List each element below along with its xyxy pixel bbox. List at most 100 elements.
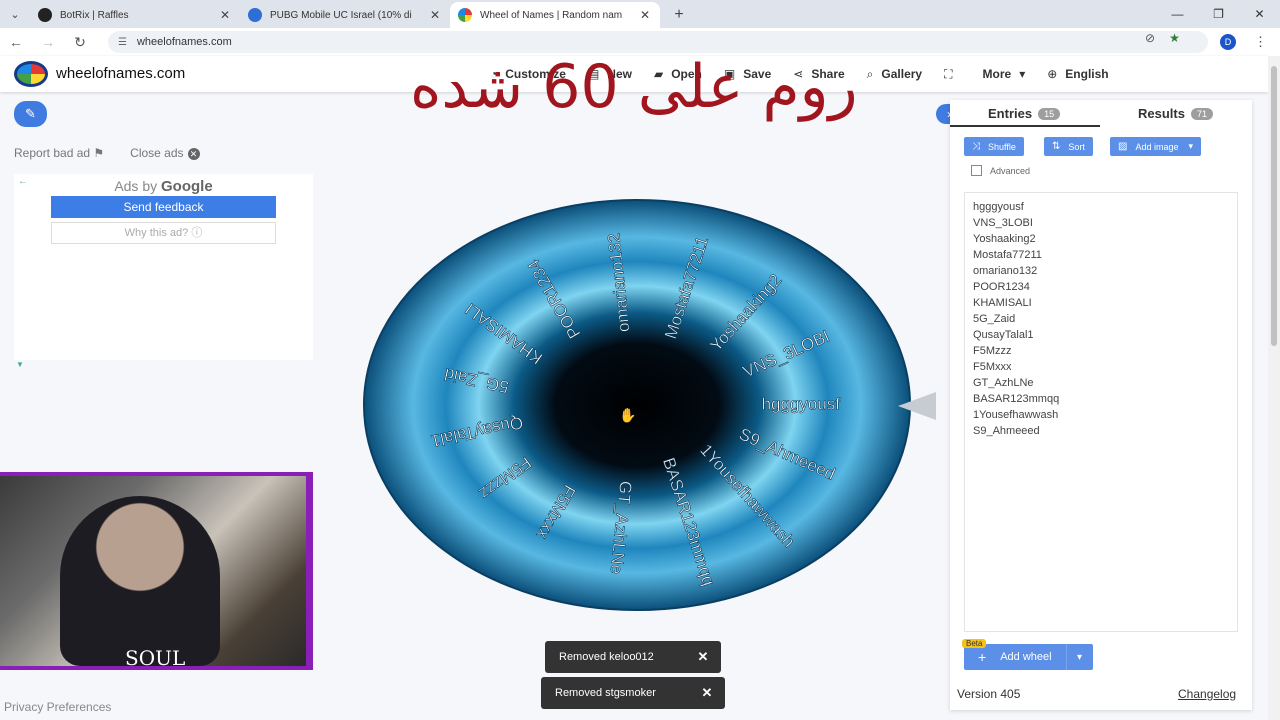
close-tab-icon[interactable]: ✕ <box>218 8 232 22</box>
tab-entries[interactable]: Entries 15 <box>988 106 1061 121</box>
bookmark-star-icon[interactable]: ★ <box>1169 31 1180 45</box>
sort-button[interactable]: ⇅ Sort <box>1044 137 1093 156</box>
chevron-down-icon[interactable]: ▾ <box>1067 652 1093 663</box>
wheel-pointer <box>898 392 936 420</box>
version-text: Version 405 <box>957 687 1021 701</box>
browser-tab-botrix[interactable]: BotRix | Raffles ✕ <box>30 2 240 28</box>
webcam-caption: SOUL <box>125 646 186 670</box>
site-info-icon[interactable]: ☰ <box>118 37 127 48</box>
entries-textarea[interactable]: hgggyousf VNS_3LOBI Yoshaaking2 Mostafa7721… <box>964 192 1238 632</box>
results-tab-label: Results <box>1138 106 1185 121</box>
toast-close-icon[interactable]: ✕ <box>689 685 725 701</box>
tab-title: Wheel of Names | Random nam <box>480 9 623 21</box>
advanced-checkbox[interactable] <box>971 165 982 176</box>
entry-line: QusayTalal1 <box>973 329 1034 341</box>
pubg-favicon-icon <box>248 8 262 22</box>
fullscreen-icon: ⛶ <box>944 66 953 81</box>
globe-icon: ⊕ <box>1047 67 1058 81</box>
nav-language[interactable]: ⊕ English <box>1047 67 1108 81</box>
advanced-toggle[interactable]: Advanced <box>971 165 1030 176</box>
tab-search-icon[interactable]: ⌄ <box>0 0 30 28</box>
shuffle-label: Shuffle <box>988 141 1016 152</box>
minimize-icon[interactable]: — <box>1157 0 1198 28</box>
toast-removed-2: Removed stgsmoker ✕ <box>541 677 725 709</box>
browser-tab-bar: ⌄ BotRix | Raffles ✕ PUBG Mobile UC Isra… <box>0 0 1280 28</box>
toast-removed-1: Removed keloo012 ✕ <box>545 641 721 673</box>
toast-close-icon[interactable]: ✕ <box>685 649 721 665</box>
close-ads-link[interactable]: Close ads ✕ <box>130 146 200 160</box>
flag-icon: ⚑ <box>93 146 105 160</box>
sort-icon: ⇅ <box>1052 141 1061 152</box>
new-tab-button[interactable]: + <box>666 2 692 28</box>
entry-line: hgggyousf <box>973 201 1024 213</box>
url-input[interactable]: ☰ wheelofnames.com <box>108 31 1208 53</box>
entry-line: KHAMISALI <box>973 297 1032 309</box>
panel-tabs: Entries 15 Results 71 <box>950 100 1252 128</box>
entry-line: VNS_3LOBI <box>973 217 1033 229</box>
edit-pencil-button[interactable]: ✎ <box>14 101 47 127</box>
close-tab-icon[interactable]: ✕ <box>428 8 442 22</box>
back-icon[interactable]: ← <box>0 34 32 50</box>
report-bad-ad-link[interactable]: Report bad ad ⚑ <box>14 146 104 160</box>
send-feedback-button[interactable]: Send feedback <box>51 196 276 218</box>
why-this-ad-button[interactable]: Why this ad? ⓘ <box>51 222 276 244</box>
entry-line: Yoshaaking2 <box>973 233 1036 245</box>
wheel-segment-label: hgggyousf <box>762 394 841 413</box>
profile-avatar[interactable]: D <box>1220 34 1236 50</box>
close-window-icon[interactable]: ✕ <box>1239 0 1280 28</box>
entry-line: omariano132 <box>973 265 1038 277</box>
page-scrollbar[interactable] <box>1268 56 1280 720</box>
add-image-button[interactable]: ▨ Add image ▾ <box>1110 137 1202 156</box>
reload-icon[interactable]: ↻ <box>64 34 96 51</box>
ads-by-label: Ads by <box>114 178 158 194</box>
nav-label: English <box>1065 67 1109 81</box>
entries-panel: Entries 15 Results 71 ⤨ Shuffle ⇅ Sort ▨ Add … <box>950 100 1252 710</box>
nav-more[interactable]: More ▾ <box>983 67 1026 81</box>
entry-line: 5G_Zaid <box>973 313 1016 325</box>
plus-icon: + <box>978 649 987 665</box>
wheel-svg[interactable]: hgggyousfVNS_3LOBIYoshaaking2Mostafa7721… <box>362 198 912 612</box>
nav-gallery[interactable]: ⌕ Gallery <box>867 67 922 82</box>
forward-icon[interactable]: → <box>32 34 64 50</box>
url-text: wheelofnames.com <box>136 36 232 48</box>
browser-tab-wheel[interactable]: Wheel of Names | Random nam ✕ <box>450 2 660 28</box>
active-tab-indicator <box>950 125 1100 127</box>
entries-tab-label: Entries <box>988 106 1033 121</box>
info-icon: ⓘ <box>191 227 203 239</box>
toast-text: Removed keloo012 <box>559 651 654 663</box>
wheel[interactable]: hgggyousf VNS_3LOBI Yoshaaking2 Mostafa7721… <box>362 198 912 612</box>
restore-icon[interactable]: ❐ <box>1198 0 1239 28</box>
privacy-preferences-link[interactable]: Privacy Preferences <box>4 700 111 714</box>
stream-overlay-text: روم على 60 شده <box>410 52 858 122</box>
shuffle-icon: ⤨ <box>972 141 980 152</box>
site-brand[interactable]: wheelofnames.com <box>56 65 185 82</box>
botrix-favicon-icon <box>38 8 52 22</box>
close-tab-icon[interactable]: ✕ <box>638 8 652 22</box>
webcam-feed: SOUL <box>0 476 306 670</box>
add-image-label: Add image <box>1135 141 1179 152</box>
browser-menu-icon[interactable]: ⋮ <box>1254 34 1267 50</box>
window-controls: — ❐ ✕ <box>1157 0 1280 28</box>
adchoices-icon[interactable]: ▼ <box>16 360 24 369</box>
entry-line: BASAR123mmqq <box>973 393 1060 405</box>
nav-label: Gallery <box>881 67 923 81</box>
pencil-icon: ✎ <box>25 106 36 121</box>
search-icon: ⌕ <box>866 66 874 81</box>
eye-off-icon[interactable]: ⊘ <box>1145 31 1155 45</box>
entry-line: 1Yousefhawwash <box>973 409 1059 421</box>
advanced-label: Advanced <box>990 165 1031 176</box>
changelog-link[interactable]: Changelog <box>1178 687 1236 701</box>
browser-tab-pubg[interactable]: PUBG Mobile UC Israel (10% di ✕ <box>240 2 450 28</box>
scrollbar-thumb[interactable] <box>1271 66 1277 346</box>
entry-line: Mostafa77211 <box>973 249 1042 261</box>
tab-title: PUBG Mobile UC Israel (10% di <box>270 9 412 21</box>
webcam-overlay: SOUL <box>0 472 313 670</box>
shuffle-button[interactable]: ⤨ Shuffle <box>964 137 1024 156</box>
nav-fullscreen[interactable]: ⛶ <box>944 67 960 82</box>
ads-by-google: Ads by Google <box>14 178 313 195</box>
report-label: Report bad ad <box>14 146 91 160</box>
wheel-logo-icon[interactable] <box>14 61 48 87</box>
toast-text: Removed stgsmoker <box>555 687 656 699</box>
entry-line: POOR1234 <box>973 281 1030 293</box>
tab-results[interactable]: Results 71 <box>1138 106 1213 121</box>
